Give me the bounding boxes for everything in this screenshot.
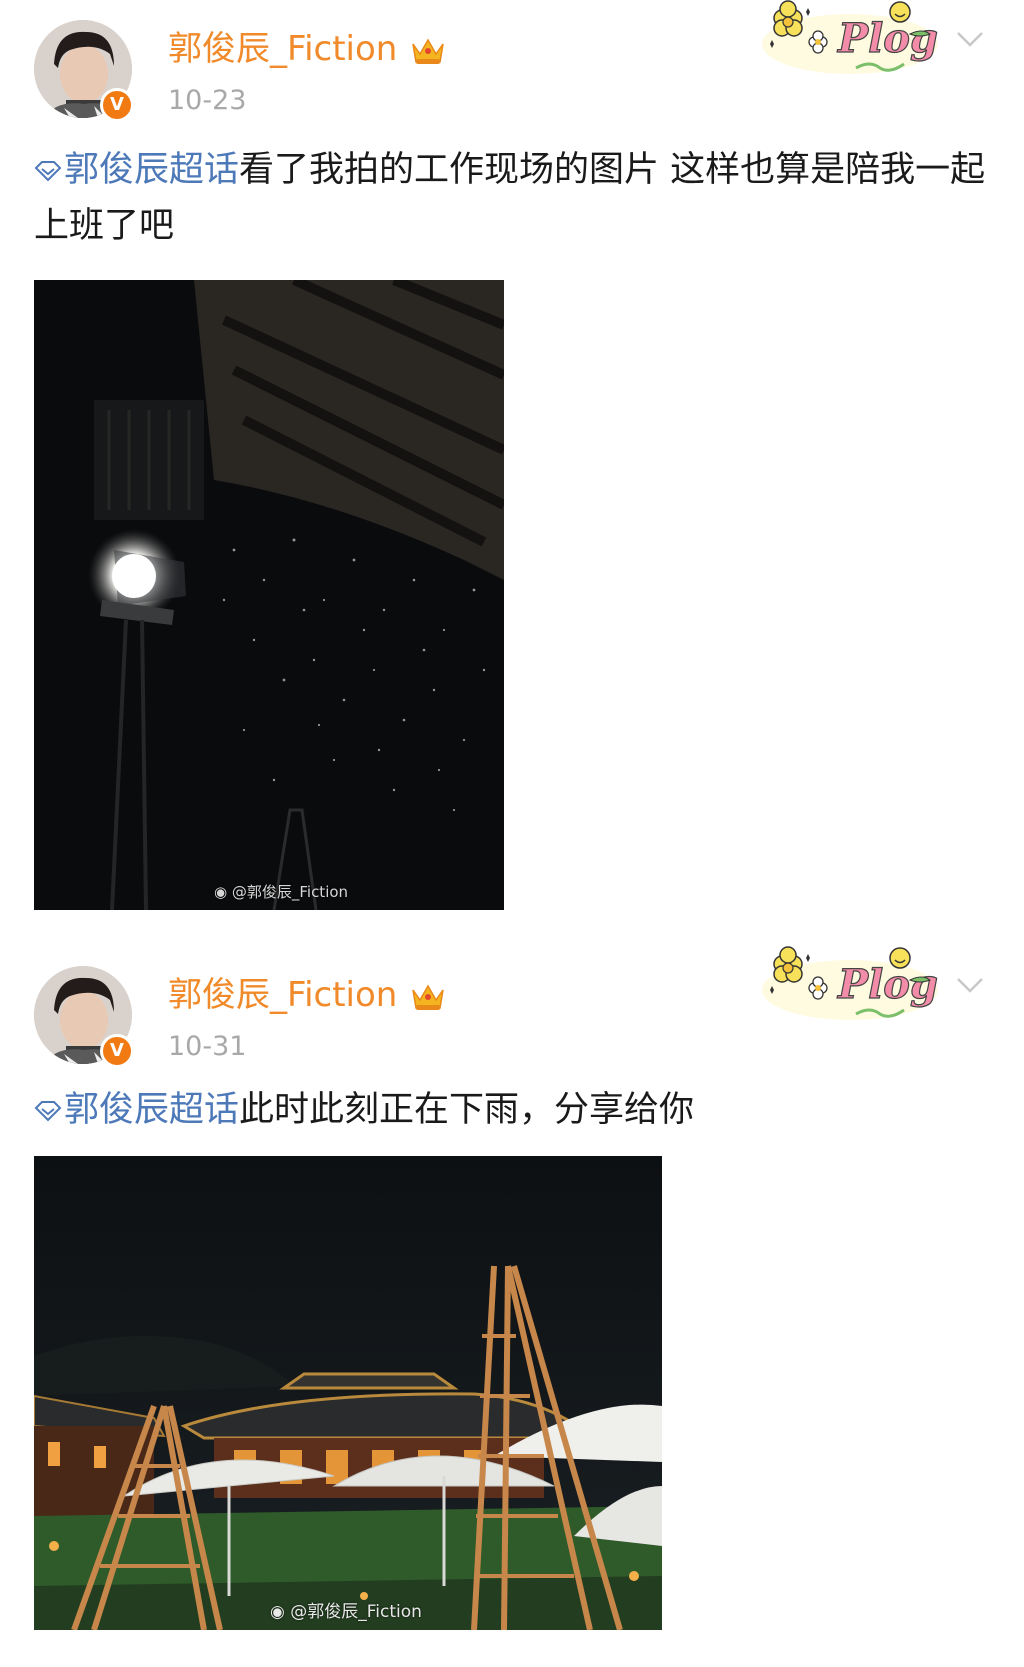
flower-icon: [773, 0, 803, 37]
post-photo[interactable]: ◉ @郭俊辰_Fiction: [34, 280, 504, 910]
post-content: 郭俊辰超话此时此刻正在下雨，分享给你: [34, 1082, 994, 1138]
username[interactable]: 郭俊辰_Fiction: [168, 972, 397, 1018]
verified-badge: V: [100, 1034, 134, 1068]
crown-icon: [412, 38, 444, 64]
verified-v-icon: V: [110, 1040, 124, 1061]
watermark-text: @郭俊辰_Fiction: [290, 1602, 422, 1622]
super-topic-link[interactable]: 郭俊辰超话: [34, 150, 239, 190]
post-content: 郭俊辰超话看了我拍的工作现场的图片 这样也算是陪我一起上班了吧: [34, 142, 994, 254]
smiley-icon: [889, 947, 911, 969]
post-date: 10-31: [168, 1031, 247, 1062]
photo-watermark: ◉ @郭俊辰_Fiction: [270, 1597, 422, 1622]
weibo-logo-icon: ◉: [270, 1602, 291, 1622]
super-topic-label: 郭俊辰超话: [64, 150, 240, 190]
crown-icon: [412, 984, 444, 1010]
post-date: 10-23: [168, 85, 247, 116]
diamond-topic-icon: [34, 161, 62, 182]
super-topic-link[interactable]: 郭俊辰超话: [34, 1090, 239, 1130]
verified-v-icon: V: [110, 94, 124, 115]
weibo-logo-icon: ◉: [214, 883, 232, 901]
plog-sticker: Plog: [762, 0, 939, 74]
plog-label: Plog: [837, 961, 938, 1008]
post-photo[interactable]: ◉ @郭俊辰_Fiction: [34, 1156, 662, 1630]
chevron-down-icon[interactable]: [956, 30, 984, 48]
diamond-topic-icon: [34, 1101, 62, 1122]
username[interactable]: 郭俊辰_Fiction: [168, 26, 397, 72]
verified-badge: V: [100, 88, 134, 122]
smiley-icon: [889, 1, 911, 23]
post-text: 此时此刻正在下雨，分享给你: [239, 1090, 695, 1130]
night-set-photo: [34, 1156, 662, 1630]
night-rain-photo: [34, 280, 504, 910]
plog-sticker: Plog: [762, 946, 939, 1020]
chevron-down-icon[interactable]: [956, 976, 984, 994]
plog-label: Plog: [837, 15, 938, 62]
watermark-text: @郭俊辰_Fiction: [231, 883, 349, 901]
super-topic-label: 郭俊辰超话: [64, 1090, 240, 1130]
photo-watermark: ◉ @郭俊辰_Fiction: [214, 881, 348, 902]
flower-icon: [773, 946, 803, 983]
